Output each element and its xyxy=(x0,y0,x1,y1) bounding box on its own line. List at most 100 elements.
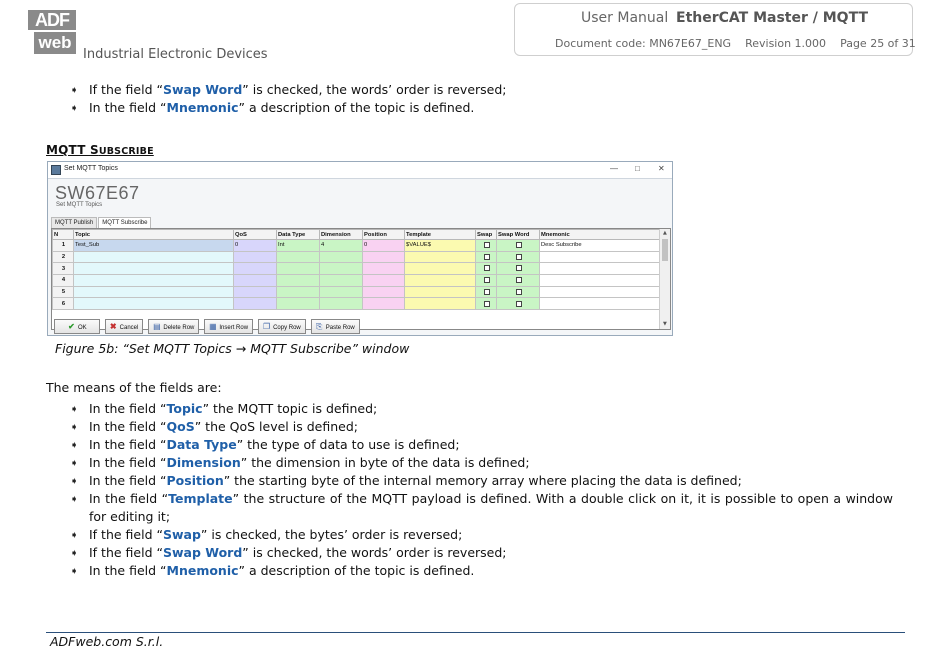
cell-swap-word[interactable] xyxy=(496,297,540,311)
cell-n[interactable]: 2 xyxy=(52,250,74,264)
checkbox[interactable] xyxy=(483,242,490,249)
minimize-icon[interactable]: — xyxy=(610,164,618,173)
cell-position[interactable] xyxy=(362,274,405,287)
checkbox[interactable] xyxy=(515,277,522,284)
checkbox[interactable] xyxy=(515,265,522,272)
cell-swap-word[interactable] xyxy=(496,250,540,264)
cell-dimension[interactable] xyxy=(319,274,363,287)
column-header[interactable]: Dimension xyxy=(319,229,363,240)
cell-position[interactable] xyxy=(362,297,405,311)
cell-topic[interactable]: Test_Sub xyxy=(73,239,234,252)
cell-n[interactable]: 1 xyxy=(52,239,74,252)
checkbox[interactable] xyxy=(515,242,522,249)
cell-swap[interactable] xyxy=(475,262,497,276)
cell-dimension[interactable] xyxy=(319,262,363,276)
cell-position[interactable] xyxy=(362,250,405,264)
cell-dimension[interactable]: 4 xyxy=(319,239,363,252)
cell-template[interactable] xyxy=(404,262,476,276)
cell-template[interactable] xyxy=(404,274,476,287)
cell-position[interactable] xyxy=(362,262,405,276)
cell-qos[interactable] xyxy=(233,262,277,276)
cell-swap-word[interactable] xyxy=(496,285,540,299)
cell-position[interactable]: 0 xyxy=(362,239,405,252)
cell-qos[interactable] xyxy=(233,250,277,264)
cell-n[interactable]: 5 xyxy=(52,285,74,299)
cell-qos[interactable] xyxy=(233,297,277,311)
cell-data-type[interactable] xyxy=(276,250,320,264)
cell-template[interactable] xyxy=(404,250,476,264)
cell-topic[interactable] xyxy=(73,285,234,299)
cell-data-type[interactable]: Int xyxy=(276,239,320,252)
checkbox[interactable] xyxy=(483,300,490,307)
checkbox[interactable] xyxy=(483,288,490,295)
cell-dimension[interactable] xyxy=(319,297,363,311)
scroll-up-icon[interactable]: ▲ xyxy=(663,230,667,236)
cell-data-type[interactable] xyxy=(276,274,320,287)
cell-swap-word[interactable] xyxy=(496,262,540,276)
cell-swap[interactable] xyxy=(475,285,497,299)
cell-mnemonic[interactable] xyxy=(539,274,661,287)
cell-swap[interactable] xyxy=(475,239,497,252)
cell-n[interactable]: 6 xyxy=(52,297,74,311)
grid-scrollbar[interactable]: ▲ ▼ xyxy=(659,229,670,329)
cell-template[interactable] xyxy=(404,285,476,299)
scroll-down-icon[interactable]: ▼ xyxy=(663,321,667,327)
cell-mnemonic[interactable] xyxy=(539,297,661,311)
cell-mnemonic[interactable]: Desc Subscribe xyxy=(539,239,661,252)
cell-mnemonic[interactable] xyxy=(539,285,661,299)
cell-swap-word[interactable] xyxy=(496,239,540,252)
checkbox[interactable] xyxy=(515,288,522,295)
cell-topic[interactable] xyxy=(73,250,234,264)
cell-swap[interactable] xyxy=(475,250,497,264)
insert-row-button[interactable]: ▦ Insert Row xyxy=(204,319,254,334)
cell-n[interactable]: 4 xyxy=(52,274,74,287)
cell-n[interactable]: 3 xyxy=(52,262,74,276)
column-header[interactable]: N xyxy=(52,229,74,240)
cell-dimension[interactable] xyxy=(319,285,363,299)
field-term: Swap Word xyxy=(162,545,243,560)
ok-button[interactable]: ✔ OK xyxy=(54,319,100,334)
cell-data-type[interactable] xyxy=(276,262,320,276)
cell-topic[interactable] xyxy=(73,297,234,311)
cancel-button[interactable]: ✖ Cancel xyxy=(104,319,144,334)
column-header[interactable]: Template xyxy=(404,229,476,240)
cell-dimension[interactable] xyxy=(319,250,363,264)
cell-mnemonic[interactable] xyxy=(539,250,661,264)
cell-swap-word[interactable] xyxy=(496,274,540,287)
cell-swap[interactable] xyxy=(475,297,497,311)
copy-row-button[interactable]: ❐ Copy Row xyxy=(258,319,306,334)
tab-mqtt-subscribe[interactable]: MQTT Subscribe xyxy=(98,217,152,228)
cell-template[interactable] xyxy=(404,297,476,311)
cell-swap[interactable] xyxy=(475,274,497,287)
checkbox[interactable] xyxy=(483,277,490,284)
paste-row-button[interactable]: ⎘ Paste Row xyxy=(310,319,360,334)
cell-position[interactable] xyxy=(362,285,405,299)
cell-template[interactable]: $VALUE$ xyxy=(404,239,476,252)
checkbox[interactable] xyxy=(483,265,490,272)
checkbox[interactable] xyxy=(515,253,522,260)
column-header[interactable]: QoS xyxy=(233,229,277,240)
column-header[interactable]: Mnemonic xyxy=(539,229,661,240)
checkbox[interactable] xyxy=(515,300,522,307)
cell-qos[interactable] xyxy=(233,274,277,287)
grid-header-row: N Topic QoS Data Type Dimension Position Templ… xyxy=(52,229,661,240)
cell-data-type[interactable] xyxy=(276,285,320,299)
cell-qos[interactable]: 0 xyxy=(233,239,277,252)
cell-data-type[interactable] xyxy=(276,297,320,311)
cell-topic[interactable] xyxy=(73,274,234,287)
cell-qos[interactable] xyxy=(233,285,277,299)
column-header[interactable]: Swap Word xyxy=(496,229,540,240)
tab-mqtt-publish[interactable]: MQTT Publish xyxy=(51,217,98,228)
close-icon[interactable]: ✕ xyxy=(658,164,665,173)
delete-row-button[interactable]: ▤ Delete Row xyxy=(148,319,200,334)
cell-mnemonic[interactable] xyxy=(539,262,661,276)
column-header[interactable]: Data Type xyxy=(276,229,320,240)
maximize-icon[interactable]: □ xyxy=(635,164,640,173)
scroll-thumb[interactable] xyxy=(662,239,668,261)
column-header[interactable]: Topic xyxy=(73,229,234,240)
cell-topic[interactable] xyxy=(73,262,234,276)
checkbox[interactable] xyxy=(483,253,490,260)
column-header[interactable]: Position xyxy=(362,229,405,240)
column-header[interactable]: Swap xyxy=(475,229,497,240)
list-item: ➧ In the field “Mnemonic” a description o… xyxy=(70,99,507,117)
